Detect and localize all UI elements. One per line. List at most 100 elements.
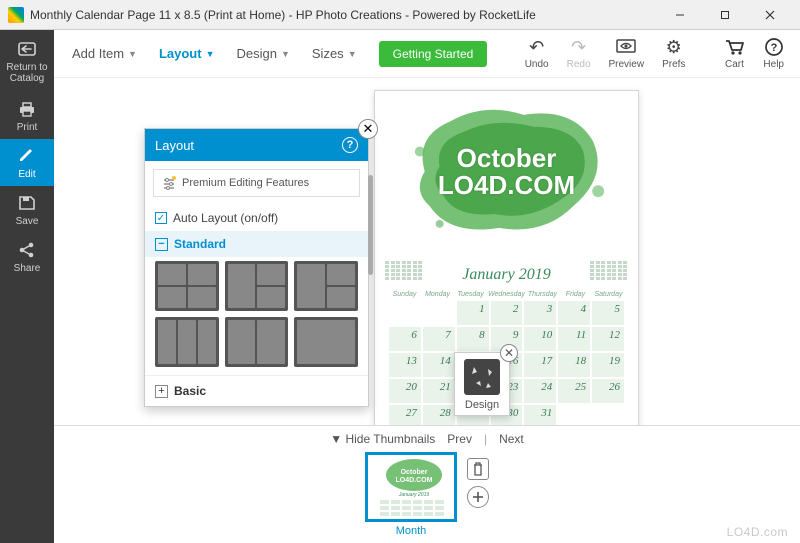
cart-icon xyxy=(723,37,745,57)
calendar-day-cell: 31 xyxy=(524,405,556,425)
calendar-day-cell: 19 xyxy=(592,353,624,377)
calendar-day-cell xyxy=(389,301,421,325)
window-controls xyxy=(657,0,792,30)
standard-section-header[interactable]: − Standard xyxy=(145,231,368,257)
sidebar-item-print[interactable]: Print xyxy=(0,92,54,139)
sidebar-item-label: Save xyxy=(16,216,39,227)
calendar-day-cell: 28 xyxy=(423,405,455,425)
sidebar-item-save[interactable]: Save xyxy=(0,186,54,233)
return-icon xyxy=(16,40,38,58)
calendar-day-cell xyxy=(558,405,590,425)
sidebar-item-edit[interactable]: Edit xyxy=(0,139,54,186)
day-of-week-label: Friday xyxy=(560,291,591,298)
delete-page-button[interactable] xyxy=(467,458,489,480)
calendar-day-cell xyxy=(592,405,624,425)
preview-icon xyxy=(615,37,637,57)
sizes-dropdown[interactable]: Sizes ▼ xyxy=(302,40,367,67)
thumbnail-actions xyxy=(467,458,489,508)
splash-image: October LO4D.COM xyxy=(395,97,618,247)
calendar-day-cell: 10 xyxy=(524,327,556,351)
close-icon[interactable]: ✕ xyxy=(358,119,378,139)
share-icon xyxy=(16,241,38,259)
design-icon[interactable] xyxy=(464,359,500,395)
expand-icon: + xyxy=(155,385,168,398)
design-dropdown[interactable]: Design ▼ xyxy=(227,40,300,67)
page-thumbnail[interactable]: October LO4D.COM January 2019 Month xyxy=(365,452,457,537)
content-area: Add Item ▼ Layout ▼ Design ▼ Sizes ▼ Get… xyxy=(54,30,800,543)
cart-button[interactable]: Cart xyxy=(715,35,753,72)
close-icon[interactable]: ✕ xyxy=(500,344,518,362)
calendar-day-cell: 25 xyxy=(558,379,590,403)
design-label: Design xyxy=(237,46,277,61)
add-item-dropdown[interactable]: Add Item ▼ xyxy=(62,40,147,67)
minimize-button[interactable] xyxy=(657,0,702,30)
pencil-icon xyxy=(16,147,38,165)
help-icon[interactable]: ? xyxy=(342,137,358,153)
layout-panel: ✕ Layout ? Premium Editing Features ✓ Au… xyxy=(144,128,369,407)
splash-text: October LO4D.COM xyxy=(438,145,575,200)
add-page-button[interactable] xyxy=(467,486,489,508)
calendar-day-cell: 27 xyxy=(389,405,421,425)
trash-icon xyxy=(472,462,484,476)
calendar-day-cell: 2 xyxy=(491,301,523,325)
thumbnail-strip: October LO4D.COM January 2019 Month xyxy=(54,450,800,543)
add-item-label: Add Item xyxy=(72,46,124,61)
sidebar: Return to Catalog Print Edit Save Share xyxy=(0,30,54,543)
calendar-day-cell: 1 xyxy=(457,301,489,325)
day-of-week-label: Saturday xyxy=(593,291,624,298)
save-icon xyxy=(16,194,38,212)
redo-icon: ↷ xyxy=(571,37,586,57)
layout-thumb[interactable] xyxy=(155,261,219,311)
next-page-button[interactable]: Next xyxy=(499,432,524,446)
getting-started-button[interactable]: Getting Started xyxy=(379,41,488,67)
layout-thumb[interactable] xyxy=(294,261,358,311)
layout-dropdown[interactable]: Layout ▼ xyxy=(149,40,225,67)
premium-editing-button[interactable]: Premium Editing Features xyxy=(153,169,360,197)
layout-thumb[interactable] xyxy=(225,261,289,311)
maximize-button[interactable] xyxy=(702,0,747,30)
calendar-day-cell: 14 xyxy=(423,353,455,377)
scrollbar[interactable] xyxy=(368,175,373,275)
help-button[interactable]: ? Help xyxy=(755,35,792,72)
calendar-day-cell: 8 xyxy=(457,327,489,351)
sizes-label: Sizes xyxy=(312,46,344,61)
calendar-day-cell: 11 xyxy=(558,327,590,351)
calendar-day-cell: 18 xyxy=(558,353,590,377)
thumbnail-bar: ▼ Hide Thumbnails Prev | Next October LO… xyxy=(54,425,800,543)
redo-button[interactable]: ↷ Redo xyxy=(559,35,599,72)
day-of-week-label: Sunday xyxy=(389,291,420,298)
thumbnail-controls: ▼ Hide Thumbnails Prev | Next xyxy=(54,426,800,450)
sidebar-item-share[interactable]: Share xyxy=(0,233,54,280)
hide-thumbnails-toggle[interactable]: ▼ Hide Thumbnails xyxy=(330,432,435,446)
top-toolbar: Add Item ▼ Layout ▼ Design ▼ Sizes ▼ Get… xyxy=(54,30,800,78)
calendar-day-cell xyxy=(423,301,455,325)
app-icon xyxy=(8,7,24,23)
svg-text:LO4D.COM: LO4D.COM xyxy=(396,477,433,484)
calendar-day-cell: 12 xyxy=(592,327,624,351)
calendar-day-cell: 4 xyxy=(558,301,590,325)
sliders-icon xyxy=(162,176,176,190)
calendar-day-cell: 26 xyxy=(592,379,624,403)
calendar-day-cell: 13 xyxy=(389,353,421,377)
auto-layout-toggle[interactable]: ✓ Auto Layout (on/off) xyxy=(145,205,368,231)
svg-text:October: October xyxy=(401,469,428,476)
layout-thumb[interactable] xyxy=(225,317,289,367)
sidebar-item-catalog[interactable]: Return to Catalog xyxy=(0,30,54,92)
basic-section-header[interactable]: + Basic xyxy=(145,375,368,406)
undo-button[interactable]: ↶ Undo xyxy=(517,35,557,72)
svg-text:January 2019: January 2019 xyxy=(398,492,430,498)
chevron-down-icon: ▼ xyxy=(206,49,215,59)
sidebar-item-label: Print xyxy=(17,122,38,133)
day-of-week-label: Monday xyxy=(422,291,453,298)
prev-page-button[interactable]: Prev xyxy=(447,432,472,446)
calendar-day-cell: 3 xyxy=(524,301,556,325)
close-button[interactable] xyxy=(747,0,792,30)
sidebar-item-label: Share xyxy=(14,263,41,274)
preview-button[interactable]: Preview xyxy=(601,35,653,72)
plus-icon xyxy=(472,491,484,503)
layout-thumb[interactable] xyxy=(294,317,358,367)
layout-thumb[interactable] xyxy=(155,317,219,367)
prefs-button[interactable]: ⚙ Prefs xyxy=(654,35,693,72)
day-of-week-label: Thursday xyxy=(527,291,558,298)
gear-icon: ⚙ xyxy=(666,37,682,57)
